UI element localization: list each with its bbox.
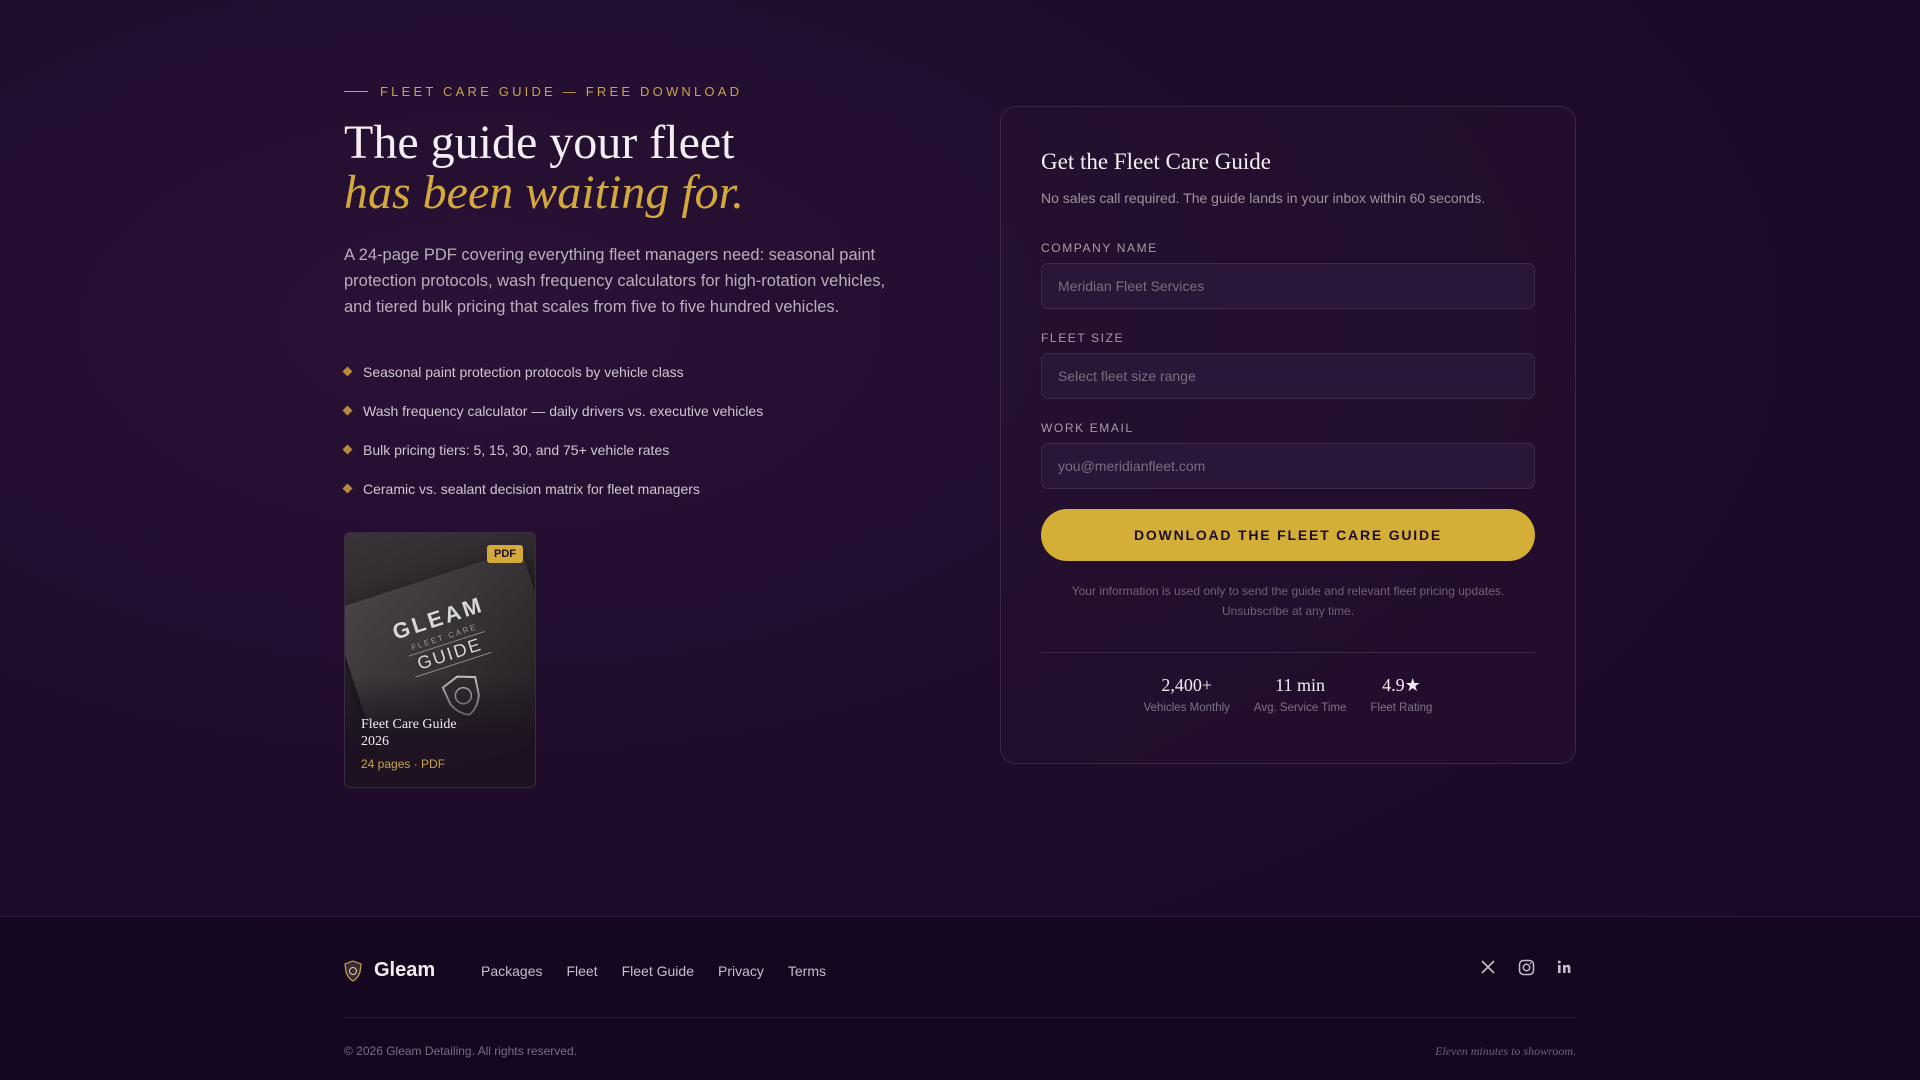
list-item-text: Bulk pricing tiers: 5, 15, 30, and 75+ v… (363, 441, 670, 458)
company-name-label: COMPANY NAME (1041, 241, 1158, 255)
stat-service-time: 11 min Avg. Service Time (1254, 675, 1346, 714)
page-title: The guide your fleet has been waiting fo… (344, 118, 744, 218)
linkedin-icon[interactable] (1554, 957, 1574, 977)
hero-section: FLEET CARE GUIDE — FREE DOWNLOAD The gui… (0, 0, 1920, 916)
eyebrow-text: FLEET CARE GUIDE — FREE DOWNLOAD (380, 84, 743, 99)
footer-tagline: Eleven minutes to showroom. (1435, 1044, 1576, 1058)
footer-brand[interactable]: Gleam (344, 959, 435, 982)
lead-form: Get the Fleet Care Guide No sales call r… (1000, 106, 1576, 764)
social-links (1478, 957, 1574, 977)
site-footer: Gleam Packages Fleet Fleet Guide Privacy… (0, 916, 1920, 1080)
fleet-size-label: FLEET SIZE (1041, 331, 1125, 345)
privacy-disclaimer: Your information is used only to send th… (1041, 581, 1535, 621)
stat-label: Vehicles Monthly (1143, 702, 1230, 714)
book-title: Fleet Care Guide 2026 (361, 717, 457, 749)
list-item: Seasonal paint protection protocols by v… (342, 352, 763, 391)
eyebrow-rule (344, 91, 368, 92)
download-guide-button[interactable]: DOWNLOAD THE FLEET CARE GUIDE (1041, 509, 1535, 561)
disclaimer-line2: Unsubscribe at any time. (1221, 604, 1355, 618)
footer-link-fleet[interactable]: Fleet (566, 963, 597, 979)
stats-row: 2,400+ Vehicles Monthly 11 min Avg. Serv… (1041, 675, 1535, 714)
footer-nav: Packages Fleet Fleet Guide Privacy Terms (481, 963, 826, 979)
diamond-bullet-icon (342, 444, 353, 455)
diamond-bullet-icon (342, 405, 353, 416)
list-item-text: Wash frequency calculator — daily driver… (363, 402, 764, 419)
headline-line1: The guide your fleet (344, 116, 735, 169)
eyebrow: FLEET CARE GUIDE — FREE DOWNLOAD (344, 84, 742, 99)
copyright: © 2026 Gleam Detailing. All rights reser… (344, 1044, 577, 1058)
diamond-bullet-icon (342, 483, 353, 494)
diamond-bullet-icon (342, 366, 353, 377)
company-name-input[interactable] (1041, 263, 1535, 309)
work-email-label: WORK EMAIL (1041, 421, 1134, 435)
footer-link-fleet-guide[interactable]: Fleet Guide (622, 963, 694, 979)
stat-label: Avg. Service Time (1253, 702, 1347, 714)
footer-brand-name: Gleam (374, 959, 436, 981)
footer-link-terms[interactable]: Terms (788, 963, 826, 979)
footer-divider (344, 1017, 1576, 1018)
list-item-text: Seasonal paint protection protocols by v… (363, 363, 684, 380)
lede-paragraph: A 24-page PDF covering everything fleet … (344, 246, 886, 316)
pdf-badge: PDF (487, 545, 523, 563)
footer-link-packages[interactable]: Packages (481, 963, 542, 979)
stat-value: 11 min (1275, 675, 1326, 695)
book-meta: 24 pages · PDF (361, 757, 446, 771)
fleet-size-select[interactable] (1041, 353, 1535, 399)
list-item-text: Ceramic vs. sealant decision matrix for … (363, 480, 700, 497)
list-item: Wash frequency calculator — daily driver… (342, 391, 764, 430)
list-item: Ceramic vs. sealant decision matrix for … (342, 469, 763, 508)
disclaimer-line1: Your information is used only to send th… (1071, 584, 1505, 598)
guide-preview-card: GLEAM FLEET CARE GUIDE PDF Fleet Care Gu… (344, 532, 536, 788)
footer-link-privacy[interactable]: Privacy (718, 963, 764, 979)
instagram-icon[interactable] (1516, 957, 1536, 977)
shield-logo-icon (344, 959, 362, 982)
list-item: Bulk pricing tiers: 5, 15, 30, and 75+ v… (342, 430, 763, 469)
form-divider (1041, 652, 1535, 653)
feature-list: Seasonal paint protection protocols by v… (342, 352, 764, 508)
stat-rating: 4.9★ Fleet Rating (1370, 675, 1432, 714)
stat-value: 4.9★ (1382, 675, 1421, 695)
stat-vehicles: 2,400+ Vehicles Monthly (1144, 675, 1230, 714)
form-title: Get the Fleet Care Guide (1041, 149, 1271, 174)
form-subtitle: No sales call required. The guide lands … (1041, 190, 1486, 206)
stat-value: 2,400+ (1161, 675, 1213, 695)
x-icon[interactable] (1478, 957, 1498, 977)
headline-line2: has been waiting for. (344, 166, 745, 219)
work-email-input[interactable] (1041, 443, 1535, 489)
stat-label: Fleet Rating (1370, 702, 1433, 714)
